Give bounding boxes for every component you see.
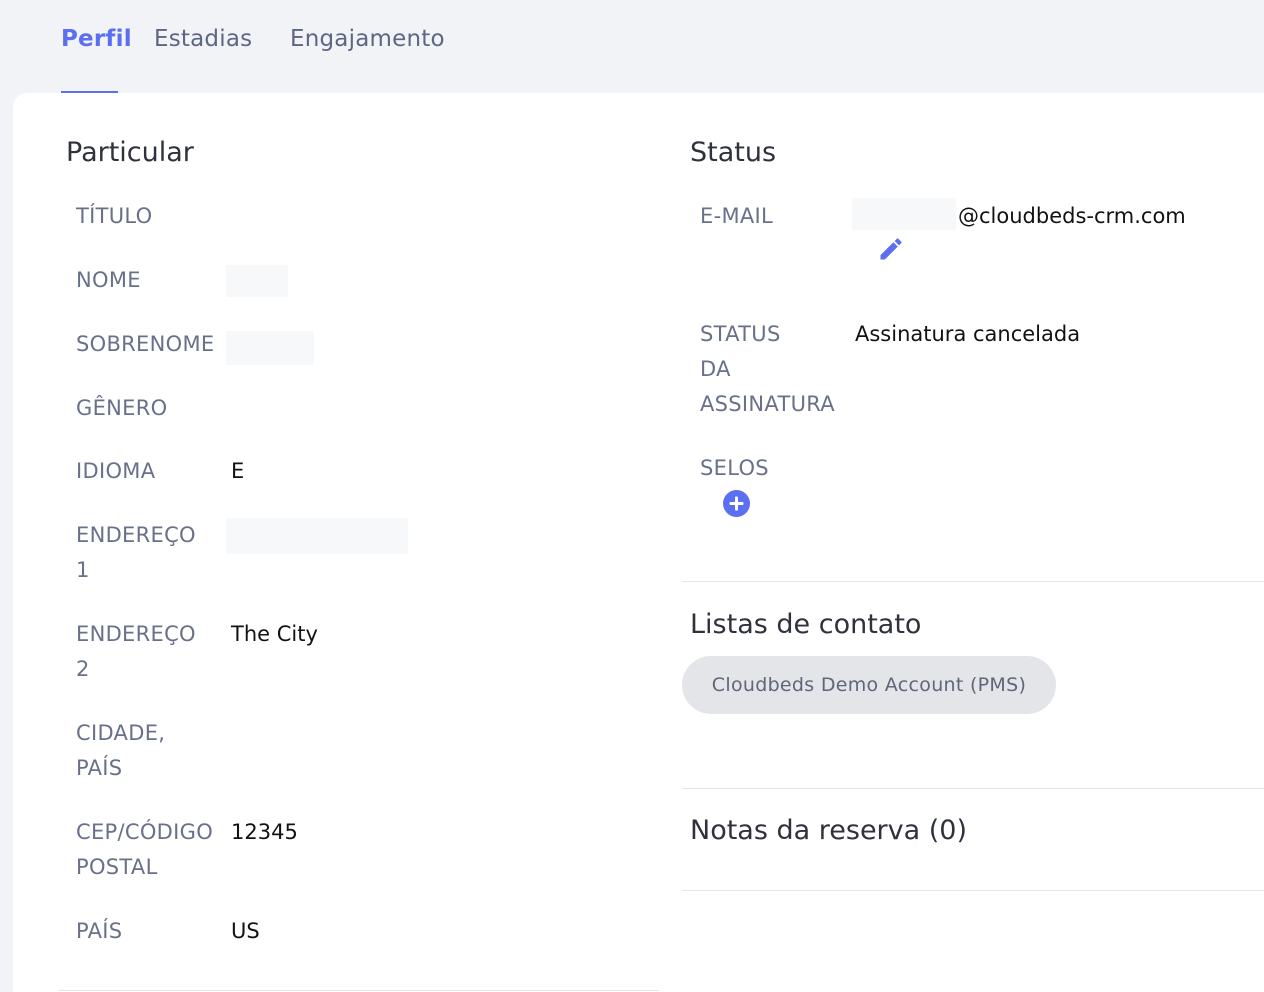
booking-notes-title[interactable]: Notas da reserva (0) bbox=[690, 815, 967, 846]
idioma-label: IDIOMA bbox=[76, 459, 156, 483]
subscription-status-value: Assinatura cancelada bbox=[855, 322, 1081, 346]
subscription-status-label: STATUS DA ASSINATURA bbox=[700, 322, 835, 416]
status-bottom-divider bbox=[682, 581, 1264, 582]
cep-label: CEP/CÓDIGO POSTAL bbox=[76, 820, 214, 879]
endereco1-label: ENDEREÇO 1 bbox=[76, 523, 196, 582]
edit-email-pencil-icon[interactable] bbox=[877, 235, 905, 263]
status-section-title: Status bbox=[690, 137, 777, 168]
selos-label: SELOS bbox=[700, 456, 769, 480]
cep-value: 12345 bbox=[231, 820, 298, 844]
nome-value-redacted bbox=[226, 265, 288, 297]
booking-notes-bottom-divider bbox=[682, 890, 1264, 891]
tab-estadias[interactable]: Estadias bbox=[154, 26, 252, 52]
titulo-label: TÍTULO bbox=[76, 204, 153, 228]
endereco2-label: ENDEREÇO 2 bbox=[76, 622, 196, 681]
pais-label: PAÍS bbox=[76, 919, 123, 943]
idioma-value: E bbox=[231, 459, 245, 483]
contact-lists-title: Listas de contato bbox=[690, 609, 922, 640]
nome-label: NOME bbox=[76, 268, 141, 292]
sobrenome-value-redacted bbox=[226, 331, 314, 365]
contact-list-chip[interactable]: Cloudbeds Demo Account (PMS) bbox=[682, 656, 1056, 714]
add-badge-plus-icon[interactable] bbox=[723, 490, 750, 517]
profile-tabs: Perfil Estadias Engajamento bbox=[0, 0, 1264, 96]
pais-value: US bbox=[231, 919, 260, 943]
tab-perfil[interactable]: Perfil bbox=[61, 26, 132, 52]
particular-section-title: Particular bbox=[66, 137, 194, 168]
cidade-label: CIDADE, PAÍS bbox=[76, 721, 166, 780]
genero-label: GÊNERO bbox=[76, 396, 168, 420]
endereco2-value: The City bbox=[231, 622, 318, 646]
email-label: E-MAIL bbox=[700, 204, 774, 228]
tab-engajamento[interactable]: Engajamento bbox=[290, 26, 445, 52]
email-value: @cloudbeds-crm.com bbox=[958, 204, 1186, 228]
particular-bottom-divider bbox=[58, 990, 659, 991]
endereco1-value-redacted bbox=[226, 518, 408, 554]
contact-lists-bottom-divider bbox=[682, 788, 1264, 789]
sobrenome-label: SOBRENOME bbox=[76, 332, 215, 356]
email-user-redacted bbox=[852, 198, 956, 230]
